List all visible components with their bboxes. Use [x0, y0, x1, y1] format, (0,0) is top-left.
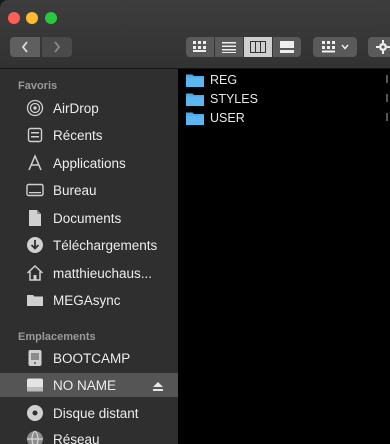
sidebar-item-label: Applications	[53, 155, 126, 171]
chevron-right-icon	[386, 94, 388, 102]
list-view-button[interactable]	[215, 37, 243, 57]
sidebar-item-megasync[interactable]: MEGAsync	[0, 288, 178, 312]
drive-icon	[26, 376, 44, 394]
sidebar-item-label: Téléchargements	[53, 237, 158, 253]
sidebar-item-downloads[interactable]: Téléchargements	[0, 233, 178, 257]
list-item[interactable]: STYLES	[186, 90, 258, 108]
chevron-right-icon	[54, 41, 61, 53]
chevron-down-icon	[340, 44, 349, 50]
sidebar-item-applications[interactable]: Applications	[0, 151, 178, 175]
network-icon	[26, 430, 44, 444]
sidebar: Favoris AirDrop Récents Applications Bur…	[0, 69, 178, 444]
sidebar-item-documents[interactable]: Documents	[0, 206, 178, 230]
sidebar-item-label: AirDrop	[53, 100, 99, 116]
applications-icon	[26, 154, 44, 172]
sidebar-item-bootcamp[interactable]: BOOTCAMP	[0, 346, 178, 370]
home-icon	[26, 264, 44, 282]
sidebar-item-home[interactable]: matthieuchaus...	[0, 261, 178, 285]
icon-grid-icon	[193, 41, 206, 52]
minimize-window-button[interactable]	[26, 12, 38, 24]
toolbar	[0, 0, 390, 69]
folder-icon	[186, 93, 204, 106]
favorites-section-title: Favoris	[18, 80, 58, 92]
folder-icon	[186, 74, 204, 87]
sidebar-item-label: matthieuchaus...	[53, 265, 153, 281]
airdrop-icon	[26, 99, 44, 117]
chevron-right-icon	[386, 113, 388, 121]
sidebar-item-label: Bureau	[53, 182, 97, 198]
sidebar-item-label: BOOTCAMP	[53, 350, 131, 366]
view-mode-buttons	[186, 37, 301, 57]
file-name: STYLES	[210, 92, 258, 106]
sidebar-item-recents[interactable]: Récents	[0, 123, 178, 147]
desktop-icon	[26, 181, 44, 199]
locations-section-title: Emplacements	[18, 331, 96, 343]
sidebar-item-desktop[interactable]: Bureau	[0, 178, 178, 202]
eject-icon[interactable]	[152, 379, 164, 397]
sidebar-item-label: Réseau	[53, 431, 100, 444]
action-button[interactable]	[368, 37, 390, 57]
icon-view-button[interactable]	[186, 37, 214, 57]
sidebar-item-label: MEGAsync	[53, 292, 121, 308]
chevron-right-icon	[386, 75, 388, 83]
recents-icon	[26, 126, 44, 144]
list-icon	[222, 42, 236, 53]
column-view-button[interactable]	[244, 37, 272, 57]
sidebar-item-label: Récents	[53, 127, 103, 143]
zoom-window-button[interactable]	[45, 12, 57, 24]
documents-icon	[26, 209, 44, 227]
downloads-icon	[26, 236, 44, 254]
sidebar-item-remote-disc[interactable]: Disque distant	[0, 401, 178, 425]
navigation-buttons	[10, 37, 72, 57]
chevron-left-icon	[21, 41, 28, 53]
folder-icon	[186, 112, 204, 125]
list-item[interactable]: REG	[186, 71, 237, 89]
sidebar-item-label: NO NAME	[53, 377, 117, 393]
forward-button[interactable]	[42, 37, 72, 57]
group-by-button[interactable]	[313, 37, 357, 57]
sidebar-item-label: Disque distant	[53, 405, 139, 421]
file-name: REG	[210, 73, 238, 87]
columns-icon	[250, 41, 266, 53]
list-item[interactable]: USER	[186, 109, 245, 127]
gallery-view-button[interactable]	[273, 37, 301, 57]
finder-window: Favoris AirDrop Récents Applications Bur…	[0, 0, 390, 444]
folder-icon	[26, 291, 44, 309]
disc-icon	[26, 404, 44, 422]
drive-icon	[26, 349, 44, 367]
gallery-icon	[280, 41, 294, 53]
back-button[interactable]	[10, 37, 40, 57]
sidebar-item-airdrop[interactable]: AirDrop	[0, 96, 178, 120]
sidebar-item-network[interactable]: Réseau	[0, 427, 178, 444]
sidebar-item-no-name[interactable]: NO NAME	[0, 373, 178, 397]
gear-icon	[376, 40, 390, 54]
file-name: USER	[210, 111, 245, 125]
file-column: REG STYLES USER	[178, 69, 390, 444]
grid-group-icon	[321, 41, 335, 53]
sidebar-item-label: Documents	[53, 210, 122, 226]
close-window-button[interactable]	[8, 12, 20, 24]
